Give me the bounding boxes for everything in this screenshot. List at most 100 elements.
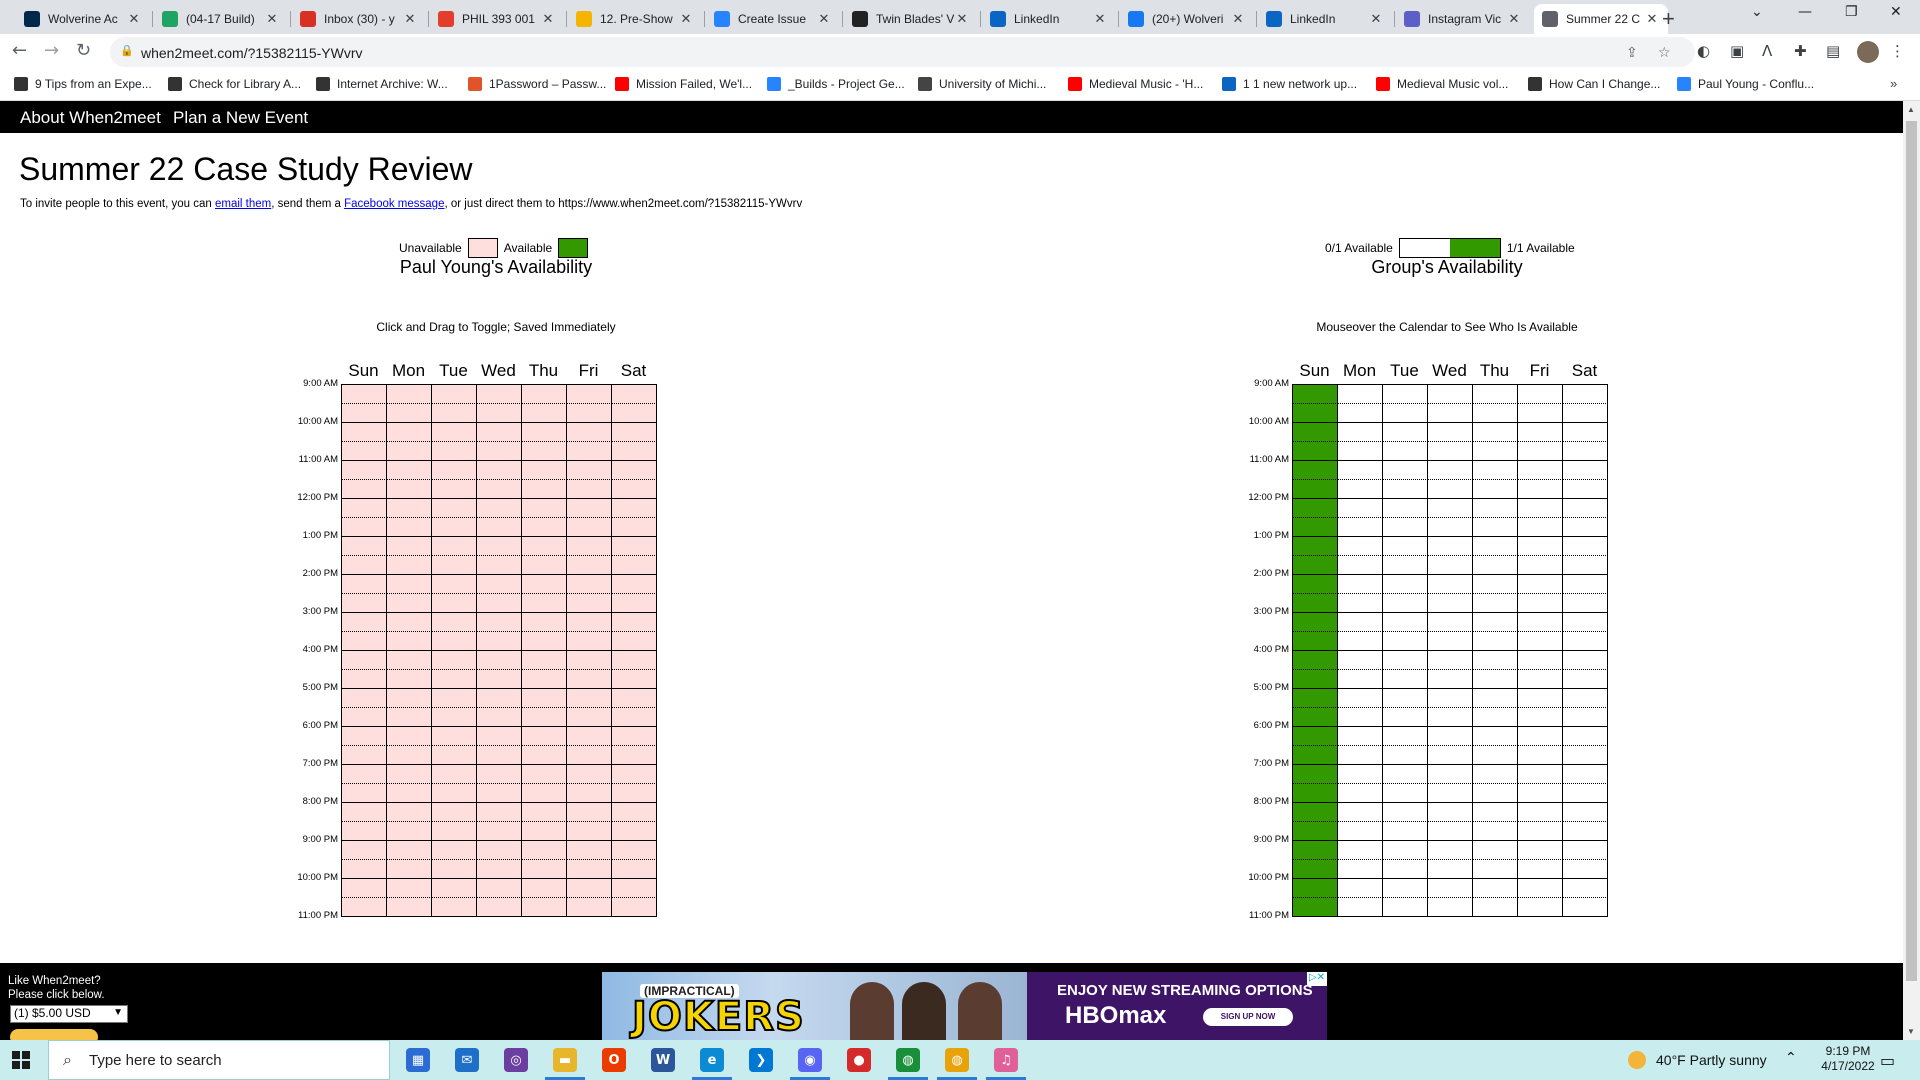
time-slot-cell[interactable] <box>477 651 522 661</box>
word-icon[interactable]: W <box>651 1048 675 1072</box>
time-slot-cell[interactable] <box>1383 508 1428 518</box>
time-slot-cell[interactable] <box>432 527 477 537</box>
bookmark-item[interactable]: 1Password – Passw... <box>468 77 606 91</box>
bookmarks-overflow-icon[interactable]: » <box>1890 76 1897 91</box>
time-slot-cell[interactable] <box>612 670 657 680</box>
time-slot-cell[interactable] <box>522 860 567 870</box>
time-slot-cell[interactable] <box>1473 432 1518 442</box>
time-slot-cell[interactable] <box>522 461 567 471</box>
time-slot-cell[interactable] <box>432 708 477 718</box>
time-slot-cell[interactable] <box>1473 860 1518 870</box>
time-slot-cell[interactable] <box>1563 432 1608 442</box>
tab-teams[interactable]: Instagram Vic ✕ <box>1396 4 1530 34</box>
time-slot-cell[interactable] <box>387 907 432 917</box>
time-slot-cell[interactable] <box>342 822 387 832</box>
close-tab-icon[interactable]: ✕ <box>540 11 556 27</box>
time-slot-cell[interactable] <box>342 461 387 471</box>
time-slot-cell[interactable] <box>1518 898 1563 908</box>
time-slot-cell[interactable] <box>477 613 522 623</box>
time-slot-cell[interactable] <box>612 698 657 708</box>
time-slot-cell[interactable] <box>1518 394 1563 404</box>
time-slot-cell[interactable] <box>1383 717 1428 727</box>
time-slot-cell[interactable] <box>1428 432 1473 442</box>
bookmark-item[interactable]: 9 Tips from an Expe... <box>14 77 152 91</box>
time-slot-cell[interactable] <box>387 784 432 794</box>
time-slot-cell[interactable] <box>1518 461 1563 471</box>
time-slot-cell[interactable] <box>1428 879 1473 889</box>
time-slot-cell[interactable] <box>387 679 432 689</box>
time-slot-cell[interactable] <box>1338 489 1383 499</box>
time-slot-cell[interactable] <box>1293 803 1338 813</box>
time-slot-cell[interactable] <box>1293 793 1338 803</box>
time-slot-cell[interactable] <box>1428 812 1473 822</box>
time-slot-cell[interactable] <box>1383 413 1428 423</box>
time-slot-cell[interactable] <box>1518 850 1563 860</box>
advertisement-banner[interactable]: (IMPRACTICAL) JOKERS ENJOY NEW STREAMING… <box>602 972 1327 1040</box>
minimize-button[interactable]: — <box>1798 4 1812 20</box>
time-slot-cell[interactable] <box>1383 527 1428 537</box>
time-slot-cell[interactable] <box>522 708 567 718</box>
extension-icon[interactable]: ◐ <box>1697 42 1710 60</box>
time-slot-cell[interactable] <box>567 831 612 841</box>
time-slot-cell[interactable] <box>1428 907 1473 917</box>
time-slot-cell[interactable] <box>1338 765 1383 775</box>
bookmark-item[interactable]: 1 1 new network up... <box>1222 77 1357 91</box>
time-slot-cell[interactable] <box>1473 898 1518 908</box>
time-slot-cell[interactable] <box>1428 461 1473 471</box>
time-slot-cell[interactable] <box>1563 708 1608 718</box>
time-slot-cell[interactable] <box>387 660 432 670</box>
time-slot-cell[interactable] <box>1383 784 1428 794</box>
time-slot-cell[interactable] <box>477 556 522 566</box>
tab-game[interactable]: Twin Blades' V ✕ <box>844 4 978 34</box>
time-slot-cell[interactable] <box>1563 508 1608 518</box>
time-slot-cell[interactable] <box>567 641 612 651</box>
time-slot-cell[interactable] <box>612 641 657 651</box>
time-slot-cell[interactable] <box>612 527 657 537</box>
time-slot-cell[interactable] <box>1473 641 1518 651</box>
time-slot-cell[interactable] <box>1338 537 1383 547</box>
time-slot-cell[interactable] <box>567 698 612 708</box>
time-slot-cell[interactable] <box>1293 470 1338 480</box>
time-slot-cell[interactable] <box>522 898 567 908</box>
time-slot-cell[interactable] <box>1563 774 1608 784</box>
time-slot-cell[interactable] <box>567 717 612 727</box>
time-slot-cell[interactable] <box>1338 879 1383 889</box>
time-slot-cell[interactable] <box>567 841 612 851</box>
time-slot-cell[interactable] <box>1563 518 1608 528</box>
time-slot-cell[interactable] <box>1428 765 1473 775</box>
tab-google-slides[interactable]: 12. Pre-Show ✕ <box>568 4 702 34</box>
time-slot-cell[interactable] <box>612 708 657 718</box>
time-slot-cell[interactable] <box>1428 850 1473 860</box>
time-slot-cell[interactable] <box>1293 755 1338 765</box>
time-slot-cell[interactable] <box>1428 803 1473 813</box>
time-slot-cell[interactable] <box>477 404 522 414</box>
time-slot-cell[interactable] <box>1338 641 1383 651</box>
time-slot-cell[interactable] <box>612 470 657 480</box>
time-slot-cell[interactable] <box>612 413 657 423</box>
tab-canvas[interactable]: PHIL 393 001 ✕ <box>430 4 564 34</box>
time-slot-cell[interactable] <box>387 869 432 879</box>
time-slot-cell[interactable] <box>522 831 567 841</box>
time-slot-cell[interactable] <box>1563 660 1608 670</box>
time-slot-cell[interactable] <box>612 489 657 499</box>
time-slot-cell[interactable] <box>1473 565 1518 575</box>
url-text[interactable]: when2meet.com/?15382115-YWvrv <box>141 45 363 61</box>
time-slot-cell[interactable] <box>522 423 567 433</box>
time-slot-cell[interactable] <box>342 860 387 870</box>
time-slot-cell[interactable] <box>567 594 612 604</box>
time-slot-cell[interactable] <box>387 613 432 623</box>
time-slot-cell[interactable] <box>1293 565 1338 575</box>
time-slot-cell[interactable] <box>1338 793 1383 803</box>
time-slot-cell[interactable] <box>387 803 432 813</box>
time-slot-cell[interactable] <box>387 822 432 832</box>
time-slot-cell[interactable] <box>1428 594 1473 604</box>
time-slot-cell[interactable] <box>612 546 657 556</box>
time-slot-cell[interactable] <box>1383 765 1428 775</box>
time-slot-cell[interactable] <box>1428 613 1473 623</box>
time-slot-cell[interactable] <box>432 584 477 594</box>
time-slot-cell[interactable] <box>1428 660 1473 670</box>
time-slot-cell[interactable] <box>432 793 477 803</box>
time-slot-cell[interactable] <box>1428 651 1473 661</box>
time-slot-cell[interactable] <box>1338 442 1383 452</box>
time-slot-cell[interactable] <box>1563 556 1608 566</box>
